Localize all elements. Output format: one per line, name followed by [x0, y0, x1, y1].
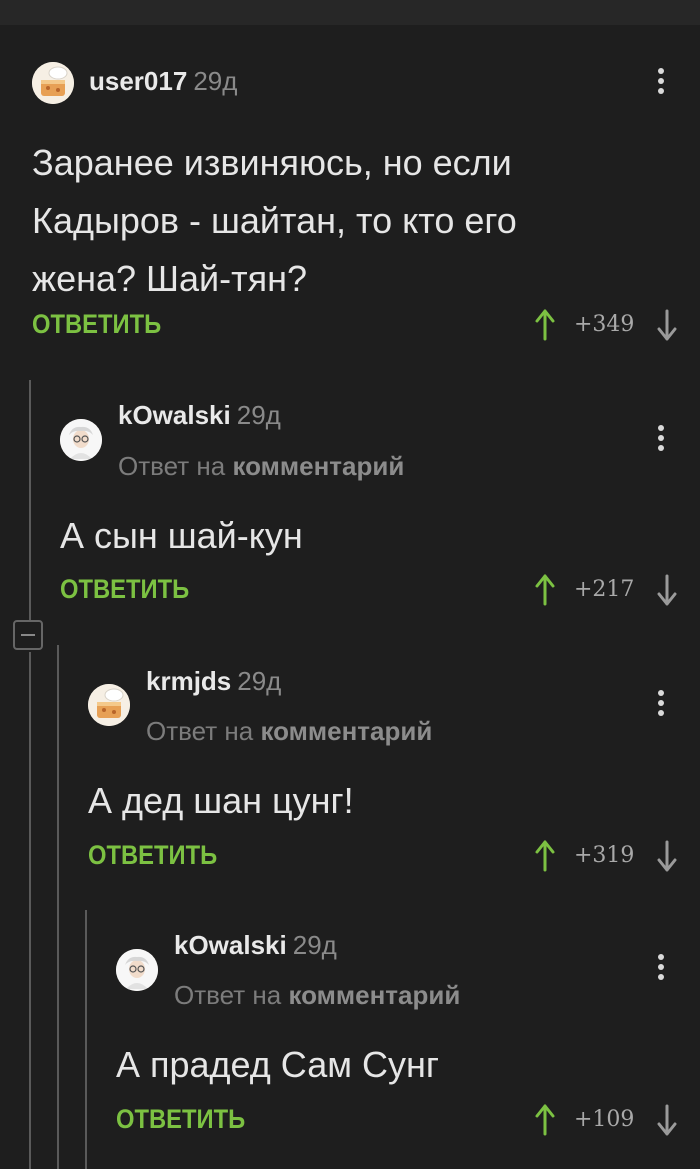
- collapse-thread-button[interactable]: [13, 620, 43, 650]
- username[interactable]: krmjds 29д: [146, 666, 281, 697]
- username[interactable]: user017 29д: [89, 66, 237, 97]
- reply-to-label: Ответ на комментарий: [146, 716, 432, 747]
- vote-controls: +109: [534, 1103, 677, 1137]
- thread-line-1b[interactable]: [29, 652, 31, 1169]
- username[interactable]: kOwalski 29д: [174, 930, 337, 961]
- score: +109: [574, 1107, 635, 1132]
- comment-text-line: А дед шан цунг!: [88, 780, 354, 821]
- comment-text: А дед шан цунг!: [88, 772, 354, 830]
- upvote-arrow-icon[interactable]: [534, 308, 556, 342]
- reply-to-prefix: Ответ на: [174, 980, 282, 1010]
- comment-text-line: А прадед Сам Сунг: [116, 1044, 439, 1085]
- timestamp: 29д: [292, 930, 337, 960]
- top-bar: [0, 0, 700, 25]
- score: +217: [574, 577, 635, 602]
- reply-to-prefix: Ответ на: [118, 451, 226, 481]
- reply-button[interactable]: ОТВЕТИТЬ: [60, 574, 189, 605]
- comment: user017 29д Заранее извиняюсь, но если Ка…: [32, 60, 700, 360]
- comment: krmjds 29д Ответ на комментарий А дед шан…: [88, 662, 700, 882]
- vote-controls: +319: [534, 839, 677, 873]
- more-options-icon[interactable]: [656, 690, 666, 720]
- reply-to-label: Ответ на комментарий: [118, 451, 404, 482]
- cake-icon: [88, 684, 130, 726]
- score: +319: [574, 843, 635, 868]
- reply-to-prefix: Ответ на: [146, 716, 254, 746]
- vote-controls: +217: [534, 573, 677, 607]
- scientist-icon: [116, 949, 158, 991]
- username-text[interactable]: user017: [89, 66, 187, 96]
- username-text[interactable]: krmjds: [146, 666, 231, 696]
- more-options-icon[interactable]: [656, 68, 666, 98]
- thread-line-1[interactable]: [29, 380, 31, 620]
- upvote-arrow-icon[interactable]: [534, 1103, 556, 1137]
- avatar[interactable]: [60, 419, 102, 461]
- timestamp: 29д: [193, 66, 238, 96]
- comment-text-line: жена? Шай-тян?: [32, 258, 308, 299]
- username-text[interactable]: kOwalski: [118, 400, 231, 430]
- more-options-icon[interactable]: [656, 954, 666, 984]
- comment: kOwalski 29д Ответ на комментарий А праде…: [116, 926, 700, 1146]
- comment-text-line: Заранее извиняюсь, но если: [32, 142, 512, 183]
- comment-text: Заранее извиняюсь, но если Кадыров - шай…: [32, 134, 517, 308]
- reply-to-link[interactable]: комментарий: [232, 451, 404, 481]
- score: +349: [574, 312, 635, 337]
- vote-controls: +349: [534, 308, 677, 342]
- avatar[interactable]: [116, 949, 158, 991]
- comment-text-line: Кадыров - шайтан, то кто его: [32, 200, 517, 241]
- more-options-icon[interactable]: [656, 425, 666, 455]
- comment-text-line: А сын шай-кун: [60, 515, 303, 556]
- downvote-arrow-icon[interactable]: [656, 308, 678, 342]
- upvote-arrow-icon[interactable]: [534, 839, 556, 873]
- timestamp: 29д: [236, 400, 281, 430]
- reply-button[interactable]: ОТВЕТИТЬ: [116, 1104, 245, 1135]
- reply-to-link[interactable]: комментарий: [288, 980, 460, 1010]
- comment: kOwalski 29д Ответ на комментарий А сын ш…: [60, 395, 700, 615]
- avatar[interactable]: [32, 62, 74, 104]
- username[interactable]: kOwalski 29д: [118, 400, 281, 431]
- username-text[interactable]: kOwalski: [174, 930, 287, 960]
- upvote-arrow-icon[interactable]: [534, 573, 556, 607]
- reply-button[interactable]: ОТВЕТИТЬ: [32, 309, 161, 340]
- reply-to-label: Ответ на комментарий: [174, 980, 460, 1011]
- cake-icon: [32, 62, 74, 104]
- downvote-arrow-icon[interactable]: [656, 573, 678, 607]
- reply-to-link[interactable]: комментарий: [260, 716, 432, 746]
- timestamp: 29д: [237, 666, 282, 696]
- downvote-arrow-icon[interactable]: [656, 1103, 678, 1137]
- comment-text: А прадед Сам Сунг: [116, 1036, 439, 1094]
- comment-text: А сын шай-кун: [60, 507, 303, 565]
- avatar[interactable]: [88, 684, 130, 726]
- thread-line-2[interactable]: [57, 645, 59, 1169]
- scientist-icon: [60, 419, 102, 461]
- reply-button[interactable]: ОТВЕТИТЬ: [88, 840, 217, 871]
- thread-line-3[interactable]: [85, 910, 87, 1169]
- downvote-arrow-icon[interactable]: [656, 839, 678, 873]
